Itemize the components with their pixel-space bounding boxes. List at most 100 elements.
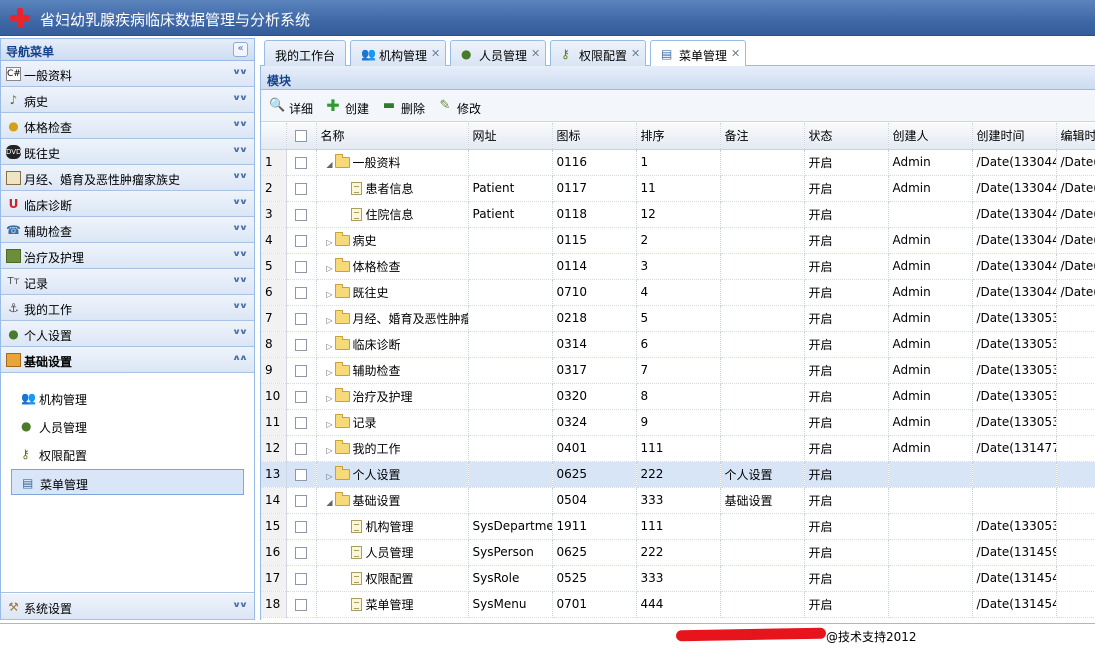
table-row[interactable]: 13 ▷ 个人设置 0625 222 个人设置 开启 [261,461,1095,488]
row-checkbox[interactable] [286,227,317,254]
tree-cell[interactable]: ▷ 辅助检查 [316,357,469,384]
row-checkbox[interactable] [286,201,317,228]
tree-cell[interactable]: ▷ 体格检查 [316,253,469,280]
nav-item-permission-config[interactable]: ⚷ 权限配置 [11,441,244,467]
column-header[interactable]: 创建时间 [972,123,1057,150]
create-button[interactable]: ✚ 创建 [325,98,375,117]
row-checkbox[interactable] [286,435,317,462]
table-row[interactable]: 11 ▷ 记录 0324 9 开启 Admin/Date(133053 [261,409,1095,436]
tree-collapsed-icon[interactable]: ▷ [325,446,335,455]
table-row[interactable]: 17 权限配置 SysRole 0525 333 开启/Date(131454 [261,565,1095,592]
column-header[interactable]: 编辑时 [1056,123,1095,150]
row-checkbox[interactable] [286,305,317,332]
table-row[interactable]: 10 ▷ 治疗及护理 0320 8 开启 Admin/Date(133053 [261,383,1095,410]
row-checkbox[interactable] [286,591,317,618]
accordion-past-history[interactable]: DVD 既往史 ∨∨ [1,139,254,165]
column-header[interactable]: 网址 [468,123,553,150]
tree-collapsed-icon[interactable]: ▷ [325,472,335,481]
tree-collapsed-icon[interactable]: ▷ [325,290,335,299]
row-checkbox[interactable] [286,513,317,540]
accordion-treatment[interactable]: 治疗及护理 ∨∨ [1,243,254,269]
table-row[interactable]: 16 人员管理 SysPerson 0625 222 开启/Date(131459 [261,539,1095,566]
select-all-checkbox[interactable] [286,123,317,150]
row-checkbox[interactable] [286,565,317,592]
row-checkbox[interactable] [286,383,317,410]
accordion-general-info[interactable]: C# 一般资料 ∨∨ [1,61,254,87]
table-row[interactable]: 8 ▷ 临床诊断 0314 6 开启 Admin/Date(133053 [261,331,1095,358]
nav-item-org-management[interactable]: 👥 机构管理 [11,385,244,411]
table-row[interactable]: 15 机构管理 SysDepartme 1911 111 开启/Date(133053 [261,513,1095,540]
table-row[interactable]: 9 ▷ 辅助检查 0317 7 开启 Admin/Date(133053 [261,357,1095,384]
tree-collapsed-icon[interactable]: ▷ [325,394,335,403]
tree-cell[interactable]: ▷ 治疗及护理 [316,383,469,410]
tree-cell[interactable]: ▷ 我的工作 [316,435,469,462]
column-header[interactable]: 备注 [720,123,805,150]
tree-collapsed-icon[interactable]: ▷ [325,264,335,273]
tree-cell[interactable]: ◢ 一般资料 [316,149,469,176]
nav-item-menu-management[interactable]: ▤ 菜单管理 [11,469,244,495]
row-checkbox[interactable] [286,331,317,358]
tree-cell[interactable]: 人员管理 [316,539,469,566]
tree-cell[interactable]: 住院信息 [316,201,469,228]
tab-permission-config[interactable]: ⚷ 权限配置 ✕ [550,40,646,66]
tree-cell[interactable]: ▷ 记录 [316,409,469,436]
table-row[interactable]: 7 ▷ 月经、婚育及恶性肿瘤 0218 5 开启 Admin/Date(133053 [261,305,1095,332]
table-row[interactable]: 3 住院信息 Patient 0118 12 开启/Date(133044/Date( [261,201,1095,228]
close-icon[interactable]: ✕ [431,47,440,60]
accordion-records[interactable]: Tт 记录 ∨∨ [1,269,254,295]
row-checkbox[interactable] [286,461,317,488]
column-header[interactable]: 名称 [316,123,469,150]
nav-item-person-management[interactable]: ● 人员管理 [11,413,244,439]
tree-expanded-icon[interactable]: ◢ [325,160,335,169]
table-row[interactable]: 5 ▷ 体格检查 0114 3 开启 Admin/Date(133044/Date( [261,253,1095,280]
tab-org-management[interactable]: 👥 机构管理 ✕ [350,40,446,66]
tree-collapsed-icon[interactable]: ▷ [325,238,335,247]
column-header[interactable]: 状态 [804,123,889,150]
table-row[interactable]: 18 菜单管理 SysMenu 0701 444 开启/Date(131454 [261,591,1095,618]
close-icon[interactable]: ✕ [531,47,540,60]
delete-button[interactable]: ▬ 删除 [381,98,431,116]
tree-cell[interactable]: 患者信息 [316,175,469,202]
tree-cell[interactable]: 菜单管理 [316,591,469,618]
accordion-system-settings[interactable]: ⚒ 系统设置 ∨∨ [1,594,254,620]
table-row[interactable]: 4 ▷ 病史 0115 2 开启 Admin/Date(133044/Date( [261,227,1095,254]
tree-cell[interactable]: ▷ 病史 [316,227,469,254]
table-row[interactable]: 12 ▷ 我的工作 0401 111 开启 Admin/Date(131477 [261,435,1095,462]
accordion-physical-exam[interactable]: ● 体格检查 ∨∨ [1,113,254,139]
row-checkbox[interactable] [286,539,317,566]
tree-cell[interactable]: ▷ 既往史 [316,279,469,306]
accordion-my-work[interactable]: ⚓ 我的工作 ∨∨ [1,295,254,321]
row-checkbox[interactable] [286,149,317,176]
accordion-family-history[interactable]: 月经、婚育及恶性肿瘤家族史 ∨∨ [1,165,254,191]
row-checkbox[interactable] [286,175,317,202]
column-header[interactable]: 排序 [636,123,721,150]
tree-collapsed-icon[interactable]: ▷ [325,368,335,377]
accordion-auxiliary-exam[interactable]: ☎ 辅助检查 ∨∨ [1,217,254,243]
table-row[interactable]: 1 ◢ 一般资料 0116 1 开启 Admin/Date(133044/Date( [261,149,1095,176]
row-checkbox[interactable] [286,279,317,306]
close-icon[interactable]: ✕ [731,47,740,60]
tree-cell[interactable]: ▷ 临床诊断 [316,331,469,358]
row-checkbox[interactable] [286,409,317,436]
edit-button[interactable]: ✎ 修改 [437,98,487,116]
collapse-sidebar-icon[interactable]: « [233,42,248,57]
tab-my-workbench[interactable]: 我的工作台 [264,40,346,66]
tree-cell[interactable]: 权限配置 [316,565,469,592]
accordion-basic-settings[interactable]: 基础设置 ∧∧ [1,347,254,373]
row-checkbox[interactable] [286,253,317,280]
column-header[interactable]: 图标 [552,123,637,150]
tree-cell[interactable]: 机构管理 [316,513,469,540]
table-row[interactable]: 2 患者信息 Patient 0117 11 开启 Admin/Date(133044/Da… [261,175,1095,202]
detail-button[interactable]: 🔍 详细 [269,98,319,116]
accordion-personal-settings[interactable]: ● 个人设置 ∨∨ [1,321,254,347]
tree-collapsed-icon[interactable]: ▷ [325,342,335,351]
tree-cell[interactable]: ◢ 基础设置 [316,487,469,514]
table-row[interactable]: 14 ◢ 基础设置 0504 333 基础设置 开启 [261,487,1095,514]
tree-expanded-icon[interactable]: ◢ [325,498,335,507]
accordion-clinical-diagnosis[interactable]: U 临床诊断 ∨∨ [1,191,254,217]
tree-collapsed-icon[interactable]: ▷ [325,316,335,325]
tab-menu-management[interactable]: ▤ 菜单管理 ✕ [650,40,746,67]
row-checkbox[interactable] [286,357,317,384]
tree-collapsed-icon[interactable]: ▷ [325,420,335,429]
column-header[interactable]: 创建人 [888,123,973,150]
